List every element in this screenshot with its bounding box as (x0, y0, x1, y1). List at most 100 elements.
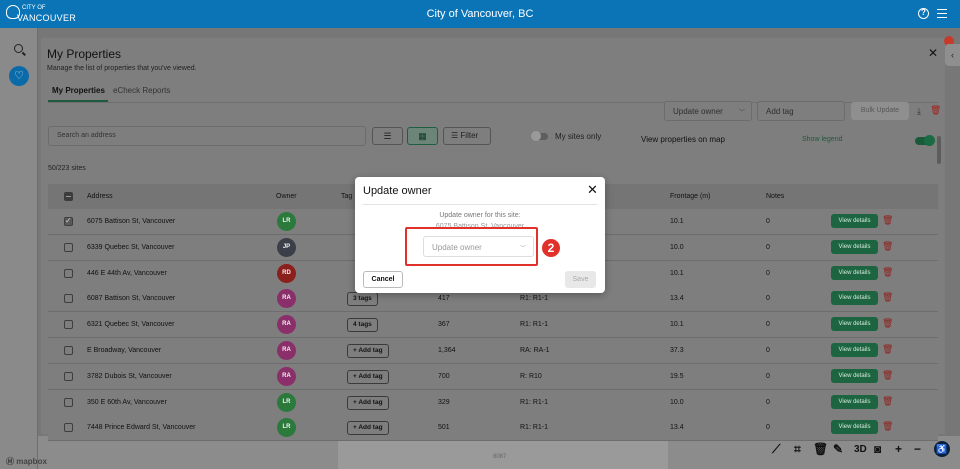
tag-button[interactable]: + Add tag (347, 395, 389, 410)
row-checkbox[interactable] (64, 423, 73, 433)
filter-label: Filter (460, 131, 479, 140)
trash-icon[interactable]: 🗑 (882, 267, 893, 278)
table-row[interactable]: 7448 Prince Edward St, Vancouver LR + Add … (48, 415, 938, 442)
row-address: 350 E 60th Av, Vancouver (87, 398, 167, 406)
table-row[interactable]: E Broadway, Vancouver RA + Add tag 1,364 RA:… (48, 338, 938, 364)
trash-icon[interactable]: 🗑 (882, 241, 893, 252)
owner-avatar[interactable]: RA (277, 289, 296, 309)
view-details-button[interactable]: View details (831, 420, 878, 435)
tab-echeck-reports[interactable]: eCheck Reports (113, 86, 170, 95)
cancel-button[interactable]: Cancel (363, 271, 403, 288)
header-notes[interactable]: Notes (766, 193, 784, 200)
list-view-button[interactable]: ☰ (372, 127, 403, 145)
hamburger-menu-icon[interactable] (937, 9, 947, 18)
row-address: 6339 Quebec St, Vancouver (87, 243, 175, 251)
owner-avatar[interactable]: RD (277, 263, 296, 283)
save-button[interactable]: Save (565, 271, 596, 288)
owner-avatar[interactable]: RA (277, 341, 296, 360)
header-frontage[interactable]: Frontage (m) (670, 193, 710, 200)
row-notes: 0 (766, 321, 770, 329)
table-row[interactable]: 6321 Quebec St, Vancouver RA 4 tags 367 R1: … (48, 312, 938, 339)
view-details-button[interactable]: View details (831, 317, 878, 332)
download-icon[interactable]: ⤓ (917, 106, 921, 117)
bulk-update-button[interactable]: Bulk Update (851, 102, 909, 120)
table-row[interactable]: 350 E 60th Av, Vancouver LR + Add tag 329 R1… (48, 389, 938, 416)
row-checkbox[interactable] (64, 320, 73, 330)
view-details-button[interactable]: View details (831, 239, 878, 254)
heart-icon[interactable]: ♡ (9, 66, 29, 86)
row-checkbox[interactable] (64, 346, 73, 355)
tag-button[interactable]: + Add tag (347, 421, 389, 436)
scrollbar[interactable] (937, 136, 941, 164)
address-search-input[interactable]: Search an address (48, 126, 366, 146)
tab-my-properties[interactable]: My Properties (52, 86, 105, 95)
trash-icon[interactable]: 🗑 (882, 318, 893, 329)
row-checkbox[interactable] (64, 294, 73, 304)
header-address[interactable]: Address (87, 193, 113, 200)
zoom-out-button[interactable]: − (914, 442, 921, 456)
filter-icon: ☰ (451, 131, 459, 140)
search-icon[interactable] (14, 44, 23, 53)
header-owner[interactable]: Owner (276, 193, 297, 200)
row-checkbox[interactable] (64, 397, 73, 407)
row-notes: 0 (766, 295, 770, 303)
view-details-button[interactable]: View details (831, 291, 878, 306)
camera-icon[interactable]: ◙ (874, 442, 881, 456)
owner-avatar[interactable]: LR (277, 418, 296, 438)
zoom-in-button[interactable]: + (895, 442, 902, 456)
header-tags[interactable]: Tag (341, 193, 352, 200)
owner-avatar[interactable]: JP (277, 237, 296, 257)
row-frontage: 10.1 (670, 269, 684, 277)
owner-avatar[interactable]: RA (277, 366, 296, 386)
trash-icon[interactable]: 🗑 (882, 292, 893, 303)
show-legend-link[interactable]: Show legend (802, 136, 842, 143)
tag-button[interactable]: 3 tags (347, 292, 378, 307)
owner-avatar[interactable]: LR (277, 392, 296, 412)
table-row[interactable]: 3782 Dubois St, Vancouver RA + Add tag 700 R… (48, 363, 938, 390)
update-owner-select[interactable]: Update owner ﹀ (664, 101, 752, 121)
my-sites-toggle[interactable] (531, 131, 548, 141)
select-all-checkbox[interactable] (64, 192, 73, 201)
delete-icon[interactable]: 🗑 (930, 105, 941, 116)
owner-avatar[interactable]: RA (277, 315, 296, 335)
tag-button[interactable]: + Add tag (347, 369, 389, 384)
row-checkbox[interactable] (64, 216, 73, 226)
filter-button[interactable]: ☰ Filter (443, 127, 491, 145)
view-details-button[interactable]: View details (831, 265, 878, 280)
row-address: E Broadway, Vancouver (87, 347, 162, 354)
help-icon[interactable]: ? (918, 8, 929, 19)
close-icon[interactable]: ✕ (928, 46, 938, 60)
measure-line-icon[interactable]: ⟋ (772, 442, 780, 457)
view-on-map-toggle[interactable] (915, 135, 935, 146)
row-checkbox[interactable] (64, 268, 73, 278)
panel-subtitle: Manage the list of properties that you'v… (47, 65, 197, 72)
collapse-panel-tab[interactable]: ‹ (945, 44, 960, 66)
trash-icon[interactable]: 🗑 (882, 215, 893, 226)
ruler-icon[interactable]: ✎ (833, 442, 843, 456)
close-icon[interactable]: ✕ (587, 182, 598, 198)
accessibility-icon[interactable]: ♿ (934, 441, 950, 457)
trash-icon[interactable]: 🗑 (813, 442, 828, 456)
view-details-button[interactable]: View details (831, 368, 878, 383)
view-details-button[interactable]: View details (831, 214, 878, 228)
view-details-button[interactable]: View details (831, 394, 878, 409)
row-checkbox[interactable] (64, 371, 73, 381)
trash-icon[interactable]: 🗑 (882, 370, 893, 381)
update-owner-placeholder: Update owner (673, 107, 723, 116)
view-details-button[interactable]: View details (831, 343, 878, 357)
polygon-icon[interactable]: ⌗ (794, 442, 801, 457)
trash-icon[interactable]: 🗑 (882, 344, 893, 355)
annotation-highlight-box (405, 227, 538, 266)
mapbox-attribution[interactable]: Ⓜ mapbox (6, 456, 47, 467)
tag-button[interactable]: + Add tag (347, 344, 389, 358)
3d-button[interactable]: 3D (854, 444, 867, 455)
grid-view-button[interactable]: ▦ (407, 127, 438, 145)
row-checkbox[interactable] (64, 242, 73, 252)
annotation-step-badge: 2 (540, 237, 562, 259)
tag-button[interactable]: 4 tags (347, 318, 378, 333)
owner-avatar[interactable]: LR (277, 212, 296, 231)
row-address: 3782 Dubois St, Vancouver (87, 372, 172, 380)
trash-icon[interactable]: 🗑 (882, 421, 893, 432)
trash-icon[interactable]: 🗑 (882, 396, 893, 407)
add-tag-input[interactable]: Add tag (757, 101, 845, 121)
